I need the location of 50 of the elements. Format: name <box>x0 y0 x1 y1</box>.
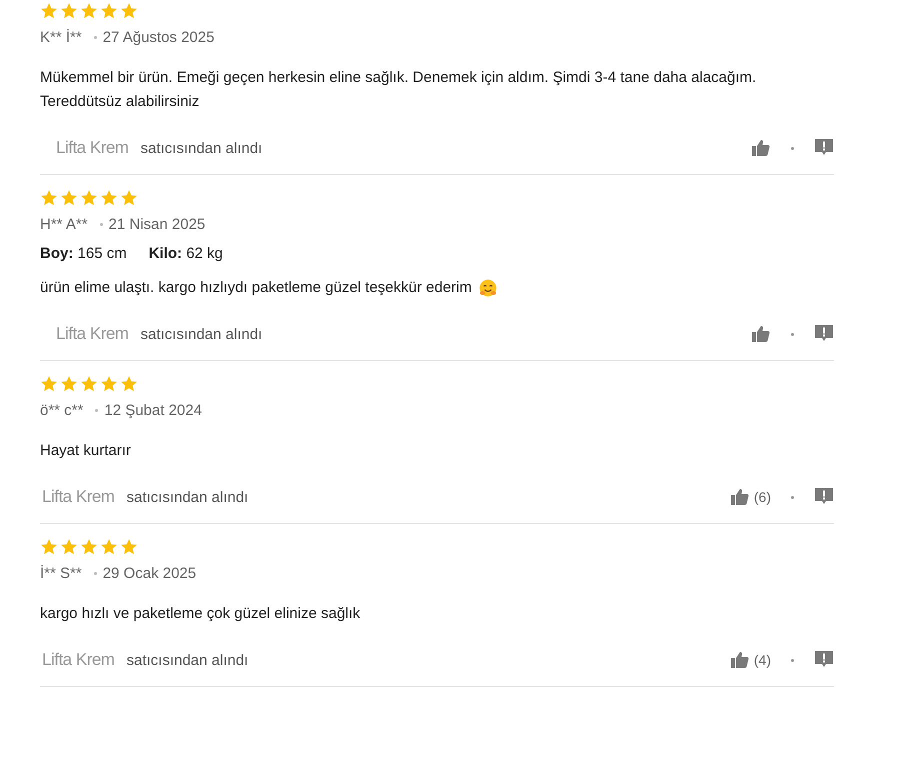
star-icon <box>40 538 58 556</box>
star-icon <box>60 2 78 20</box>
review-date: 27 Ağustos 2025 <box>102 29 214 46</box>
review-text: ürün elime ulaştı. kargo hızlıydı paketleme güzel teşekkür ederim <box>40 278 472 298</box>
star-icon <box>60 189 78 207</box>
like-button[interactable] <box>751 138 771 158</box>
like-button[interactable]: (6) <box>730 487 771 507</box>
reviewer-name: İ** S** <box>40 565 82 582</box>
seller-logo[interactable]: Lifta Krem <box>56 138 128 158</box>
star-icon <box>60 538 78 556</box>
review-date: 12 Şubat 2024 <box>104 402 202 419</box>
seller-note: satıcısından alındı <box>140 140 262 156</box>
star-icon <box>80 375 98 393</box>
reviewer-name: ö** c** <box>40 402 84 419</box>
star-icon <box>120 375 138 393</box>
seller-logo[interactable]: Lifta Krem <box>42 650 114 670</box>
star-icon <box>100 375 118 393</box>
star-icon <box>100 2 118 20</box>
star-icon <box>80 189 98 207</box>
review-date: 29 Ocak 2025 <box>102 565 196 582</box>
star-icon <box>100 538 118 556</box>
like-button[interactable] <box>751 324 771 344</box>
thumbs-up-icon <box>751 324 771 344</box>
thumbs-up-icon <box>730 650 750 670</box>
thumbs-up-icon <box>730 487 750 507</box>
seller-logo[interactable]: Lifta Krem <box>56 324 128 344</box>
review-text: Hayat kurtarır <box>40 441 131 461</box>
star-icon <box>100 189 118 207</box>
star-icon <box>60 375 78 393</box>
star-icon <box>40 189 58 207</box>
star-icon <box>80 538 98 556</box>
star-icon <box>120 538 138 556</box>
review-text: kargo hızlı ve paketleme çok güzel elinize sağlık <box>40 604 360 624</box>
star-icon <box>40 2 58 20</box>
reviewer-name: H** A** <box>40 216 88 233</box>
like-button[interactable]: (4) <box>730 650 771 670</box>
body-attribute: Boy: 165 cm <box>40 245 127 262</box>
seller-logo[interactable]: Lifta Krem <box>42 487 114 507</box>
thumbs-up-icon <box>751 138 771 158</box>
review-date: 21 Nisan 2025 <box>108 216 206 233</box>
seller-note: satıcısından alındı <box>140 326 262 342</box>
star-icon <box>80 2 98 20</box>
star-icon <box>120 189 138 207</box>
review-text: Mükemmel bir ürün. Emeği geçen herkesin eline sağlık. Denemek için aldım. Şimdi 3-4 tane daha alacağım. Tereddütsüz alabilirsiniz <box>40 68 758 112</box>
body-attribute: Kilo: 62 kg <box>148 245 223 262</box>
seller-note: satıcısından alındı <box>126 652 248 668</box>
star-icon <box>40 375 58 393</box>
star-icon <box>120 2 138 20</box>
seller-note: satıcısından alındı <box>126 488 248 506</box>
reviewer-name: K** İ** <box>40 29 82 46</box>
